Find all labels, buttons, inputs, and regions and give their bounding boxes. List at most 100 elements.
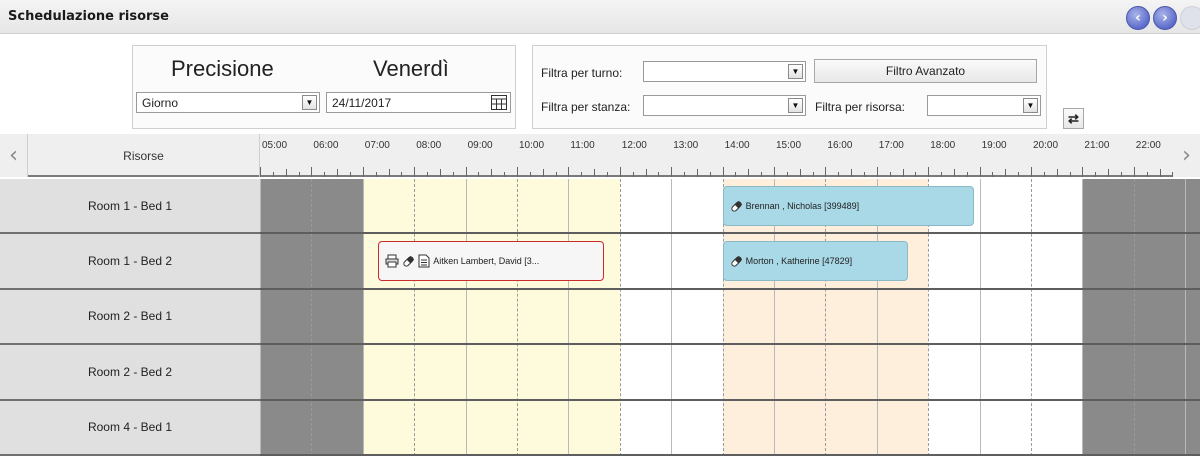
time-tick xyxy=(1069,172,1071,177)
time-tick xyxy=(941,172,943,177)
pill-icon xyxy=(730,200,743,213)
hour-label: 13:00 xyxy=(673,140,699,151)
shift-filter-label: Filtra per turno: xyxy=(541,66,623,80)
time-tick xyxy=(953,169,955,177)
resource-row-label[interactable]: Room 2 - Bed 2 xyxy=(0,345,260,401)
time-tick xyxy=(349,172,351,177)
time-tick xyxy=(684,172,686,177)
row-separator xyxy=(260,398,1200,401)
hour-label: 21:00 xyxy=(1084,140,1110,151)
time-tick xyxy=(1133,167,1135,177)
time-tick xyxy=(504,172,506,177)
time-tick xyxy=(799,169,801,177)
advanced-filter-button[interactable]: Filtro Avanzato xyxy=(814,59,1037,83)
chevron-down-icon[interactable]: ▼ xyxy=(788,98,803,113)
time-tick xyxy=(594,169,596,177)
resource-filter-select[interactable]: ▼ xyxy=(927,95,1041,116)
room-filter-select[interactable]: ▼ xyxy=(643,95,806,116)
window-title: Schedulazione risorse xyxy=(8,9,169,24)
scroll-left-button[interactable]: ‹ xyxy=(0,134,27,177)
time-tick xyxy=(298,172,300,177)
time-tick xyxy=(915,172,917,177)
time-tick xyxy=(671,167,673,177)
chevron-right-icon: › xyxy=(1162,10,1168,26)
resource-row-label[interactable]: Room 1 - Bed 2 xyxy=(0,234,260,290)
time-tick xyxy=(1095,172,1097,177)
time-tick xyxy=(452,172,454,177)
row-separator xyxy=(260,232,1200,235)
hour-label: 20:00 xyxy=(1033,140,1059,151)
schedule-event[interactable]: Aitken Lambert, David [3... xyxy=(378,241,605,282)
time-tick xyxy=(375,172,377,177)
precision-select[interactable]: Giorno ▼ xyxy=(136,92,320,113)
chevron-down-icon[interactable]: ▼ xyxy=(1023,98,1038,113)
time-tick xyxy=(1031,167,1032,177)
row-separator xyxy=(260,343,1200,346)
time-tick xyxy=(812,172,814,177)
chevron-down-icon[interactable]: ▼ xyxy=(302,95,317,110)
hour-label: 14:00 xyxy=(724,140,750,151)
hour-gridline xyxy=(1185,179,1187,456)
time-tick xyxy=(876,167,878,177)
next-button[interactable]: › xyxy=(1153,6,1177,30)
precision-heading: Precisione xyxy=(171,56,274,81)
time-tick xyxy=(632,172,634,177)
time-tick xyxy=(1005,169,1007,177)
resources-header: Risorse xyxy=(27,134,260,177)
time-tick xyxy=(1159,169,1161,177)
time-tick xyxy=(658,172,660,177)
resource-row-label[interactable]: Room 4 - Bed 1 xyxy=(0,400,260,456)
time-tick xyxy=(1043,172,1045,177)
resource-row-label[interactable]: Room 1 - Bed 1 xyxy=(0,179,260,235)
hour-gridline xyxy=(1031,179,1032,456)
hour-label: 11:00 xyxy=(570,140,595,151)
event-label: Brennan , Nicholas [399489] xyxy=(745,201,860,211)
previous-button[interactable]: ‹ xyxy=(1126,6,1150,30)
scroll-right-button[interactable]: › xyxy=(1173,134,1200,177)
precision-panel: Precisione Venerdì Giorno ▼ 24/11/2017 xyxy=(132,45,516,129)
time-tick xyxy=(555,172,557,177)
hour-gridline xyxy=(979,179,981,456)
date-field-value: 24/11/2017 xyxy=(332,96,392,110)
resource-row-label[interactable]: Room 2 - Bed 1 xyxy=(0,289,260,346)
extra-nav-button[interactable] xyxy=(1180,6,1200,30)
hour-label: 05:00 xyxy=(262,140,288,151)
document-icon xyxy=(418,254,430,268)
time-tick xyxy=(1120,172,1122,177)
time-tick xyxy=(902,169,904,177)
calendar-icon[interactable] xyxy=(491,95,507,113)
time-tick xyxy=(838,172,840,177)
time-tick xyxy=(529,172,531,177)
hour-label: 15:00 xyxy=(776,140,802,151)
time-tick xyxy=(928,167,930,177)
day-heading: Venerdì xyxy=(373,56,449,81)
chevron-right-icon: › xyxy=(1182,143,1191,168)
time-tick xyxy=(362,167,364,177)
hour-label: 18:00 xyxy=(930,140,956,151)
time-tick xyxy=(337,169,339,177)
refresh-button[interactable]: ⇄ xyxy=(1063,108,1084,129)
hour-label: 19:00 xyxy=(981,140,1007,151)
schedule-event[interactable]: Morton , Katherine [47829] xyxy=(722,241,908,282)
hour-gridline xyxy=(1082,179,1084,456)
time-tick xyxy=(1108,169,1110,177)
hour-gridline xyxy=(414,179,416,456)
hour-label: 10:00 xyxy=(519,140,545,151)
chevron-left-icon: ‹ xyxy=(1135,10,1141,26)
time-tick xyxy=(825,167,827,177)
hour-gridline xyxy=(260,179,261,456)
grid-header: ‹ Risorse 05:00 06:00 07:00 08:00 09:00 10:00… xyxy=(0,134,1200,177)
time-tick xyxy=(517,167,518,177)
schedule-event[interactable]: Brennan , Nicholas [399489] xyxy=(722,186,975,226)
resource-filter-label: Filtra per risorsa: xyxy=(815,100,906,114)
time-tick xyxy=(786,172,788,177)
precision-select-value: Giorno xyxy=(142,96,179,110)
time-tick xyxy=(696,169,698,177)
pill-icon xyxy=(402,255,415,268)
shift-filter-select[interactable]: ▼ xyxy=(643,61,806,82)
time-tick xyxy=(581,172,583,177)
time-tick xyxy=(439,169,441,177)
date-field[interactable]: 24/11/2017 xyxy=(326,92,511,113)
chevron-down-icon[interactable]: ▼ xyxy=(788,64,803,79)
time-tick xyxy=(1146,172,1148,177)
